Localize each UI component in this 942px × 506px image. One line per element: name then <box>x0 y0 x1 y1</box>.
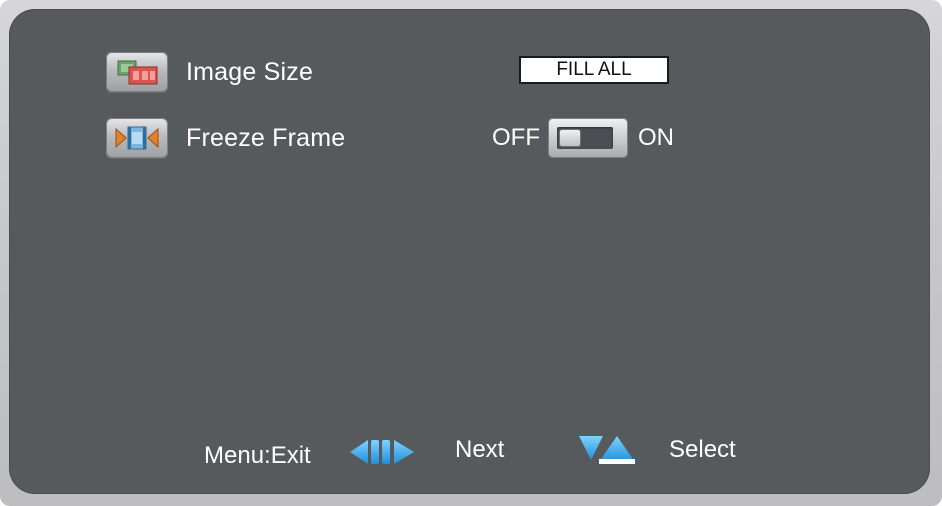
menu-item-image-size[interactable]: Image Size <box>106 52 313 92</box>
freeze-frame-toggle[interactable] <box>548 118 628 158</box>
toggle-off-label: OFF <box>492 124 540 151</box>
image-size-value[interactable]: FILL ALL <box>519 56 669 84</box>
freeze-frame-icon <box>106 118 168 158</box>
menu-item-freeze-frame[interactable]: Freeze Frame <box>106 118 345 158</box>
freeze-frame-toggle-group: OFF ON <box>492 118 674 158</box>
osd-footer: Menu:Exit Next Select <box>0 434 942 470</box>
left-right-arrows-icon <box>348 436 416 473</box>
freeze-frame-label: Freeze Frame <box>186 123 346 152</box>
toggle-knob[interactable] <box>560 130 580 146</box>
image-size-icon <box>106 52 168 92</box>
select-hint: Select <box>669 436 736 463</box>
menu-exit-hint: Menu:Exit <box>204 442 311 469</box>
next-hint: Next <box>455 436 505 463</box>
toggle-on-label: ON <box>638 124 674 151</box>
down-up-arrows-icon <box>577 432 637 471</box>
image-size-label: Image Size <box>186 57 314 86</box>
